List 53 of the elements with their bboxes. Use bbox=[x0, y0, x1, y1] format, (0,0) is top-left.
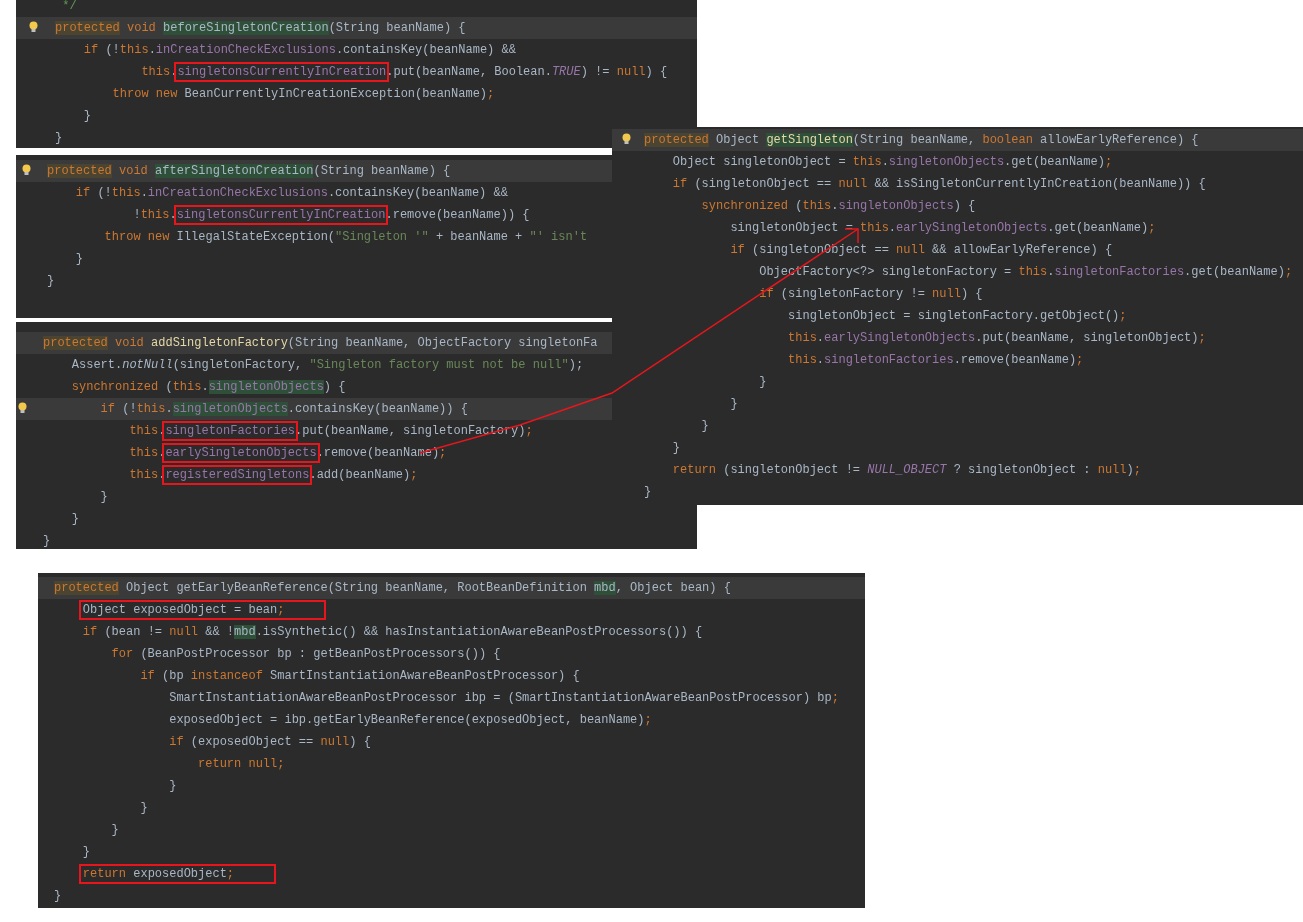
code-line: } bbox=[42, 533, 51, 549]
code-line: this.earlySingletonObjects.remove(beanName); bbox=[16, 442, 447, 464]
code-line: } bbox=[99, 489, 108, 506]
code-line: return (singletonObject != NULL_OBJECT ? singletonObject : null); bbox=[671, 462, 1141, 479]
code-line: throw new IllegalStateException("Singleton '" + beanName + "' isn't bbox=[103, 229, 588, 246]
code-line: if (exposedObject == null) { bbox=[168, 734, 371, 751]
code-line: !this.singletonsCurrentlyInCreation.remove(beanName)) { bbox=[16, 204, 530, 226]
code-line: } bbox=[81, 844, 90, 861]
code-line: } bbox=[53, 888, 62, 905]
code-line: } bbox=[74, 251, 83, 268]
code-line: } bbox=[671, 440, 680, 457]
code-line: synchronized (this.singletonObjects) { bbox=[70, 379, 346, 396]
code-line: for (BeanPostProcessor bp : getBeanPostProcessors()) { bbox=[110, 646, 501, 663]
code-line: if (singletonObject == null && isSingletonCurrentlyInCreation(beanName)) { bbox=[671, 176, 1206, 193]
code-line: } bbox=[46, 273, 55, 290]
code-line: if (!this.singletonObjects.containsKey(beanName)) { bbox=[99, 401, 468, 418]
code-line: protected void afterSingletonCreation(String beanName) { bbox=[46, 163, 451, 180]
code-line: throw new BeanCurrentlyInCreationException(beanName); bbox=[111, 86, 495, 103]
code-line: this.singletonsCurrentlyInCreation.put(beanName, Boolean.TRUE) != null) { bbox=[16, 61, 668, 83]
code-line: } bbox=[168, 778, 177, 795]
code-line: exposedObject = ibp.getEarlyBeanReference(exposedObject, beanName); bbox=[168, 712, 652, 729]
code-line: this.registeredSingletons.add(beanName); bbox=[16, 464, 418, 486]
code-line: } bbox=[758, 374, 767, 391]
code-line: } bbox=[54, 130, 63, 147]
code-line: protected void addSingletonFactory(String beanName, ObjectFactory singletonFa bbox=[42, 335, 598, 352]
lightbulb-icon[interactable] bbox=[22, 164, 31, 176]
code-line: if (!this.inCreationCheckExclusions.containsKey(beanName) && bbox=[82, 42, 516, 59]
code-line: Assert.notNull(singletonFactory, "Singleton factory must not be null"); bbox=[70, 357, 584, 374]
code-line: } bbox=[110, 822, 119, 839]
code-line: } bbox=[700, 418, 709, 435]
code-line: return null; bbox=[197, 756, 285, 773]
code-line: protected Object getSingleton(String beanName, boolean allowEarlyReference) { bbox=[643, 132, 1199, 149]
code-line: synchronized (this.singletonObjects) { bbox=[700, 198, 976, 215]
code-line: } bbox=[82, 108, 91, 125]
code-line: SmartInstantiationAwareBeanPostProcessor ibp = (SmartInstantiationAwareBeanPostProcessor) bp; bbox=[168, 690, 839, 707]
code-line: this.singletonFactories.remove(beanName); bbox=[787, 352, 1084, 369]
code-line: Object singletonObject = this.singletonObjects.get(beanName); bbox=[671, 154, 1113, 171]
code-line: } bbox=[139, 800, 148, 817]
code-line: protected void beforeSingletonCreation(String beanName) { bbox=[54, 20, 466, 37]
code-line: this.earlySingletonObjects.put(beanName, singletonObject); bbox=[787, 330, 1206, 347]
code-line: } bbox=[643, 484, 652, 501]
lightbulb-icon[interactable] bbox=[18, 402, 27, 414]
code-line: if (bp instanceof SmartInstantiationAwareBeanPostProcessor) { bbox=[139, 668, 580, 685]
code-line: protected Object getEarlyBeanReference(String beanName, RootBeanDefinition mbd, Object bean) { bbox=[53, 580, 731, 597]
code-line: singletonObject = singletonFactory.getObject(); bbox=[787, 308, 1127, 325]
code-line: */ bbox=[61, 0, 77, 15]
lightbulb-icon[interactable] bbox=[29, 21, 38, 33]
code-line: } bbox=[729, 396, 738, 413]
code-line: if (!this.inCreationCheckExclusions.containsKey(beanName) && bbox=[74, 185, 508, 202]
code-line: if (bean != null && !mbd.isSynthetic() && hasInstantiationAwareBeanPostProcessors()) { bbox=[81, 624, 703, 641]
code-line: if (singletonFactory != null) { bbox=[758, 286, 983, 303]
lightbulb-icon[interactable] bbox=[622, 133, 631, 145]
code-line: } bbox=[70, 511, 79, 528]
